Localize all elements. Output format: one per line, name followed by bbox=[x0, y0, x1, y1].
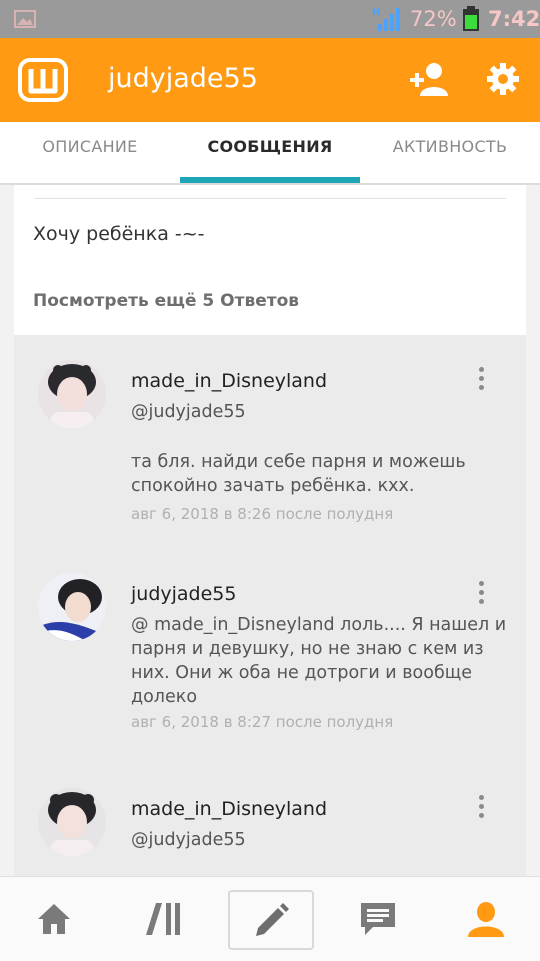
replies-list: made_in_Disneyland @judyjade55 та бля. н… bbox=[14, 335, 526, 876]
tab-messages[interactable]: СООБЩЕНИЯ bbox=[180, 122, 360, 183]
reply-mention: @judyjade55 bbox=[131, 830, 246, 850]
nav-home[interactable] bbox=[0, 877, 108, 961]
library-icon bbox=[146, 903, 180, 935]
reply-author[interactable]: judyjade55 bbox=[131, 583, 236, 605]
profile-icon bbox=[468, 902, 504, 937]
signal-icon: H bbox=[372, 7, 400, 31]
reply-author[interactable]: made_in_Disneyland bbox=[131, 798, 327, 820]
gallery-icon bbox=[14, 10, 36, 28]
status-bar: H 72% 7:42 bbox=[0, 0, 540, 38]
home-icon bbox=[38, 904, 70, 934]
reply-text: @ made_in_Disneyland лоль.... Я нашел и … bbox=[131, 615, 507, 707]
messages-icon bbox=[361, 903, 395, 935]
avatar[interactable] bbox=[38, 788, 106, 856]
avatar-image bbox=[38, 360, 106, 428]
reply-timestamp: авг 6, 2018 в 8:27 после полудня bbox=[131, 713, 394, 731]
svg-text:H: H bbox=[372, 7, 380, 18]
write-icon bbox=[256, 903, 289, 936]
nav-messages[interactable] bbox=[324, 877, 432, 961]
more-options-icon[interactable] bbox=[474, 367, 488, 393]
reply-text: та бля. найди себе парня и можешь спокой… bbox=[131, 452, 466, 496]
page-title: judyjade55 bbox=[108, 63, 258, 94]
app-bar: judyjade55 bbox=[0, 38, 540, 122]
reply-timestamp: авг 6, 2018 в 8:26 после полудня bbox=[131, 505, 394, 523]
divider bbox=[34, 198, 506, 199]
reply-author[interactable]: made_in_Disneyland bbox=[131, 370, 327, 392]
battery-percent: 72% bbox=[410, 7, 457, 31]
tab-bar: ОПИСАНИЕ СООБЩЕНИЯ АКТИВНОСТЬ bbox=[0, 122, 540, 185]
avatar-image bbox=[38, 788, 106, 856]
wattpad-logo-icon[interactable] bbox=[18, 58, 68, 102]
tab-activity[interactable]: АКТИВНОСТЬ bbox=[360, 122, 540, 183]
nav-profile[interactable] bbox=[432, 877, 540, 961]
tab-active-indicator bbox=[180, 177, 360, 183]
view-more-replies-link[interactable]: Посмотреть ещё 5 Ответов bbox=[33, 291, 299, 311]
bottom-navigation bbox=[0, 876, 540, 961]
post-card: Хочу ребёнка -~- Посмотреть ещё 5 Ответо… bbox=[14, 185, 526, 335]
messages-feed[interactable]: Хочу ребёнка -~- Посмотреть ещё 5 Ответо… bbox=[0, 185, 540, 876]
avatar[interactable] bbox=[38, 573, 106, 641]
nav-write[interactable] bbox=[228, 890, 314, 950]
post-text: Хочу ребёнка -~- bbox=[33, 223, 205, 245]
more-options-icon[interactable] bbox=[474, 795, 488, 821]
battery-icon bbox=[463, 6, 479, 31]
add-user-icon[interactable] bbox=[408, 62, 452, 98]
settings-icon[interactable] bbox=[486, 62, 520, 96]
avatar[interactable] bbox=[38, 360, 106, 428]
nav-library[interactable] bbox=[108, 877, 216, 961]
reply-mention: @judyjade55 bbox=[131, 402, 246, 422]
avatar-image bbox=[38, 573, 106, 641]
clock: 7:42 bbox=[488, 7, 540, 31]
more-options-icon[interactable] bbox=[474, 581, 488, 607]
tab-description[interactable]: ОПИСАНИЕ bbox=[0, 122, 180, 183]
